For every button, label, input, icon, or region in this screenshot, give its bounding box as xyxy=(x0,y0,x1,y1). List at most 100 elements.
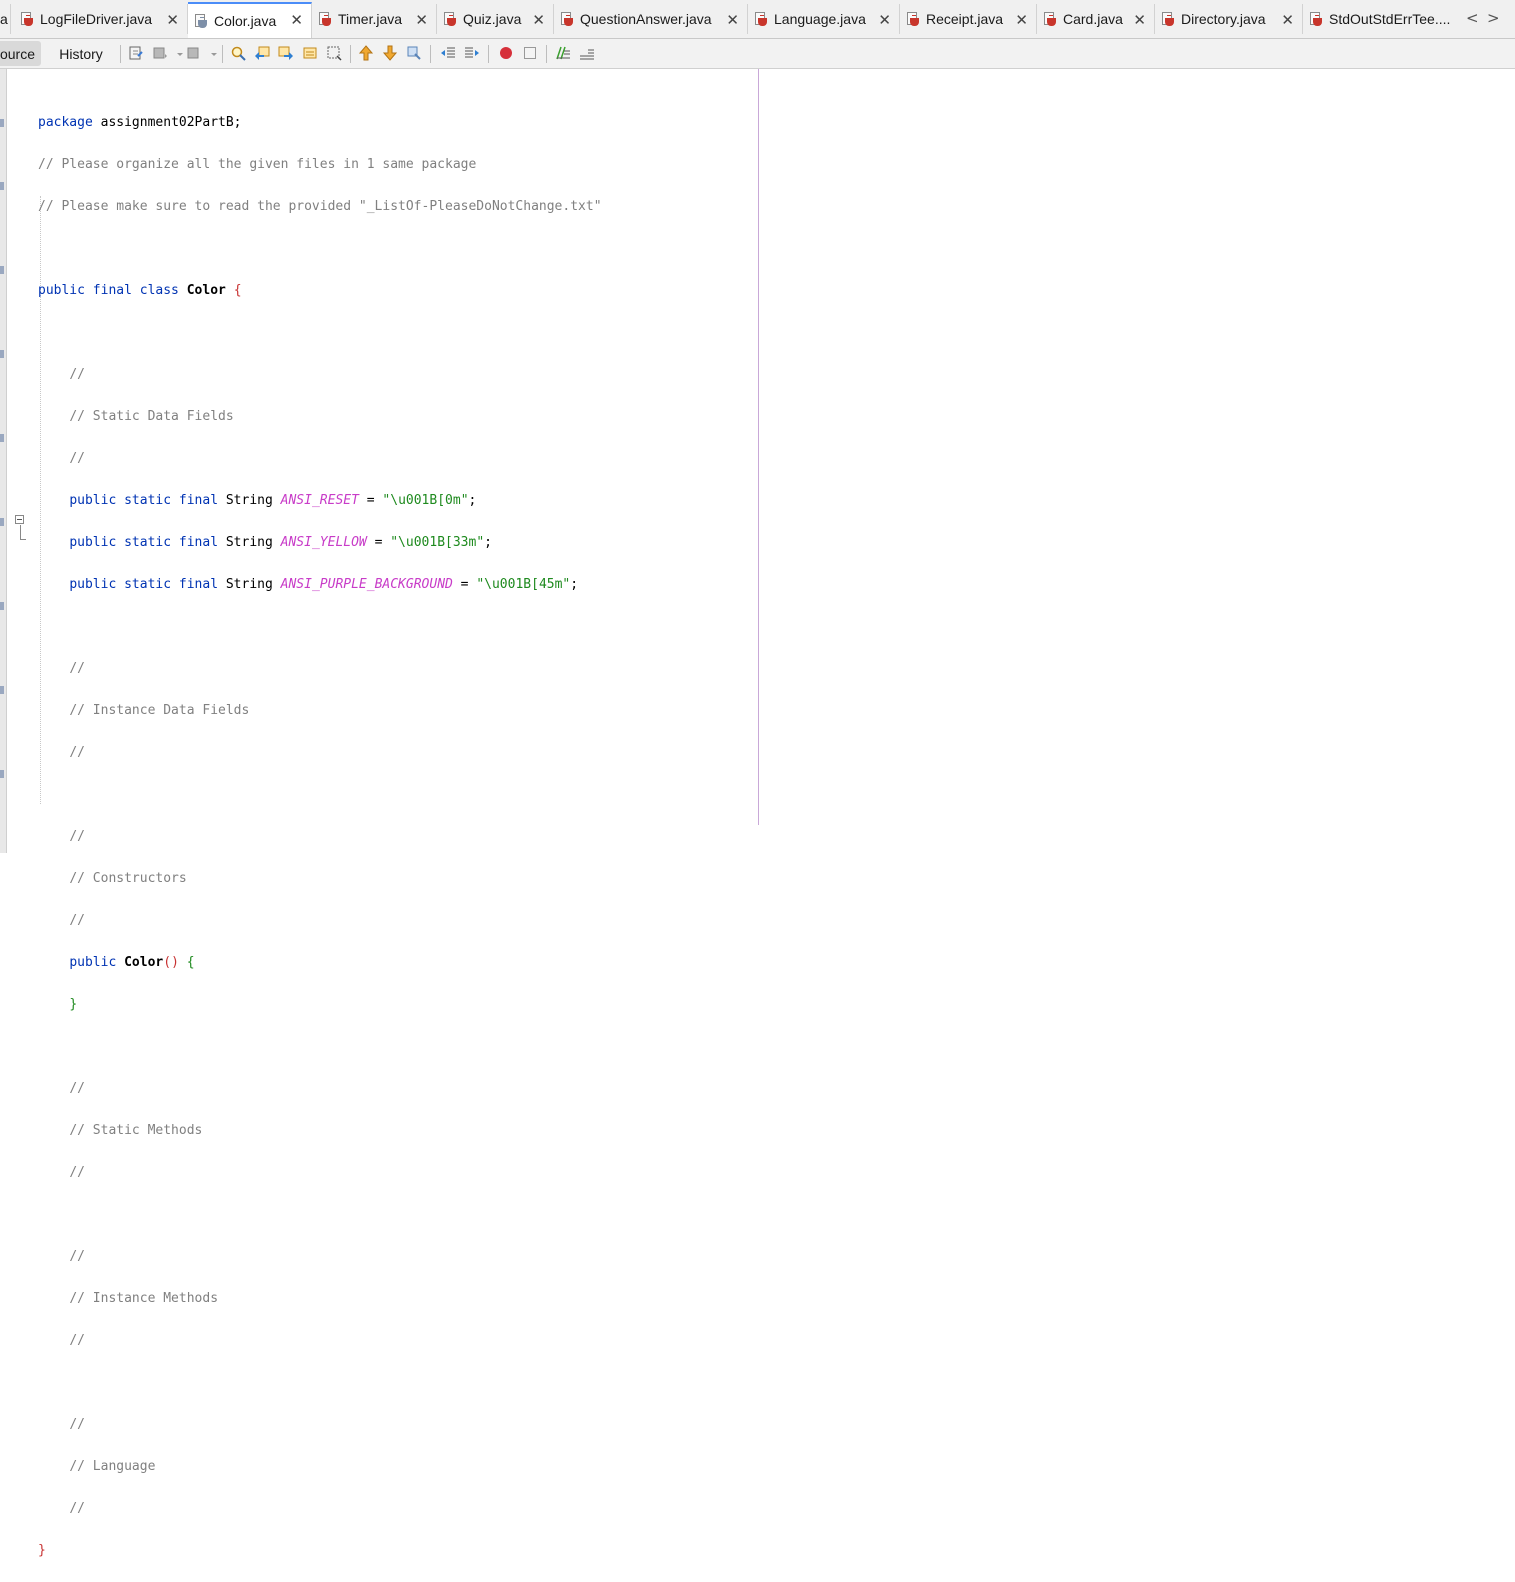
tab-label: Language.java xyxy=(774,11,866,27)
code-line: // Please make sure to read the provided… xyxy=(38,199,602,214)
tab-questionanswer[interactable]: QuestionAnswer.java ✕ xyxy=(554,4,748,34)
tab-stdoutstderrtee[interactable]: StdOutStdErrTee.... xyxy=(1303,4,1460,34)
tab-color[interactable]: Color.java ✕ xyxy=(188,2,312,38)
close-icon[interactable]: ✕ xyxy=(532,11,545,29)
last-edit-icon[interactable] xyxy=(128,45,144,61)
toggle-rect-select-icon[interactable] xyxy=(326,45,342,61)
find-previous-icon[interactable] xyxy=(254,45,270,61)
back-dropdown-icon[interactable] xyxy=(172,45,183,61)
java-file-icon xyxy=(1043,12,1057,26)
uncomment-icon[interactable] xyxy=(579,45,595,61)
close-icon[interactable]: ✕ xyxy=(726,11,739,29)
code-line: public final class Color { xyxy=(38,280,602,301)
java-file-icon xyxy=(318,12,332,26)
tab-label: Color.java xyxy=(214,13,277,29)
code-line: // xyxy=(38,742,602,763)
toolbar-separator xyxy=(120,45,121,63)
tab-directory[interactable]: Directory.java ✕ xyxy=(1155,4,1303,34)
open-brace: { xyxy=(186,955,195,970)
history-button[interactable]: History xyxy=(48,41,114,66)
close-icon[interactable]: ✕ xyxy=(415,11,428,29)
code-line: // xyxy=(38,364,602,385)
comment: // xyxy=(69,1333,85,1348)
toggle-highlight-icon[interactable] xyxy=(302,45,318,61)
close-brace: } xyxy=(69,997,78,1012)
back-icon[interactable] xyxy=(152,45,168,61)
java-file-icon xyxy=(194,14,208,28)
close-icon[interactable]: ✕ xyxy=(290,11,303,29)
close-icon[interactable]: ✕ xyxy=(166,11,179,29)
field-name: ANSI_RESET xyxy=(280,493,359,508)
string-literal: "\u001B[33m" xyxy=(390,535,485,550)
comment-icon[interactable] xyxy=(555,45,571,61)
line-number-gutter xyxy=(0,69,7,853)
field-modifiers: public static final xyxy=(69,535,219,550)
parens: () xyxy=(163,955,179,970)
tab-label: Directory.java xyxy=(1181,11,1266,27)
java-file-icon xyxy=(1161,12,1175,26)
comment: // xyxy=(69,1249,85,1264)
stop-macro-icon[interactable] xyxy=(522,45,538,61)
operator: = xyxy=(460,577,469,592)
tab-language[interactable]: Language.java ✕ xyxy=(748,4,900,34)
previous-bookmark-icon[interactable] xyxy=(358,45,374,61)
tab-label: StdOutStdErrTee.... xyxy=(1329,11,1451,27)
source-button[interactable]: Source xyxy=(0,41,41,66)
tab-card[interactable]: Card.java ✕ xyxy=(1037,4,1155,34)
class-modifiers: public final class xyxy=(38,283,179,298)
start-macro-icon[interactable] xyxy=(498,45,514,61)
tab-label: Quiz.java xyxy=(463,11,522,27)
close-icon[interactable]: ✕ xyxy=(1015,11,1028,29)
toolbar-separator xyxy=(350,45,351,63)
find-selection-icon[interactable] xyxy=(230,45,246,61)
code-line: public static final String ANSI_YELLOW =… xyxy=(38,532,602,553)
collapse-fold-icon[interactable] xyxy=(15,515,24,524)
package-name: assignment02PartB; xyxy=(100,115,242,130)
shift-right-icon[interactable] xyxy=(464,45,480,61)
comment: // Instance Methods xyxy=(69,1291,219,1306)
close-icon[interactable]: ✕ xyxy=(878,11,891,29)
scroll-tabs-left-icon[interactable]: < xyxy=(1466,9,1479,27)
string-literal: "\u001B[45m" xyxy=(476,577,571,592)
tab-logfiledriver[interactable]: LogFileDriver.java ✕ xyxy=(14,4,188,34)
field-type: String xyxy=(225,493,273,508)
close-icon[interactable]: ✕ xyxy=(1281,11,1294,29)
comment: // xyxy=(69,829,85,844)
fold-guide xyxy=(20,525,21,540)
close-icon[interactable]: ✕ xyxy=(1133,11,1146,29)
next-bookmark-icon[interactable] xyxy=(382,45,398,61)
code-line: // xyxy=(38,910,602,931)
comment: // xyxy=(69,367,85,382)
code-line: // Static Data Fields xyxy=(38,406,602,427)
operator: = xyxy=(374,535,383,550)
java-file-icon xyxy=(1309,12,1323,26)
shift-left-icon[interactable] xyxy=(440,45,456,61)
keyword: public xyxy=(69,955,117,970)
find-next-icon[interactable] xyxy=(278,45,294,61)
code-line: // xyxy=(38,1330,602,1351)
comment: // xyxy=(69,661,85,676)
comment: // xyxy=(69,745,85,760)
comment: // Instance Data Fields xyxy=(69,703,250,718)
java-file-icon xyxy=(560,12,574,26)
forward-icon[interactable] xyxy=(186,45,202,61)
field-modifiers: public static final xyxy=(69,493,219,508)
tab-label: Card.java xyxy=(1063,11,1123,27)
tab-partial[interactable]: a xyxy=(0,4,11,34)
code-line: // Language xyxy=(38,1456,602,1477)
field-modifiers: public static final xyxy=(69,577,219,592)
toggle-bookmark-icon[interactable] xyxy=(406,45,422,61)
scroll-tabs-right-icon[interactable]: > xyxy=(1487,9,1500,27)
semicolon: ; xyxy=(570,577,579,592)
code-line: public Color() { xyxy=(38,952,602,973)
tab-timer[interactable]: Timer.java ✕ xyxy=(312,4,437,34)
code-line: // xyxy=(38,1498,602,1519)
comment: // Static Data Fields xyxy=(69,409,234,424)
semicolon: ; xyxy=(468,493,477,508)
open-brace: { xyxy=(233,283,242,298)
tab-quiz[interactable]: Quiz.java ✕ xyxy=(437,4,554,34)
forward-dropdown-icon[interactable] xyxy=(206,45,217,61)
tab-receipt[interactable]: Receipt.java ✕ xyxy=(900,4,1037,34)
